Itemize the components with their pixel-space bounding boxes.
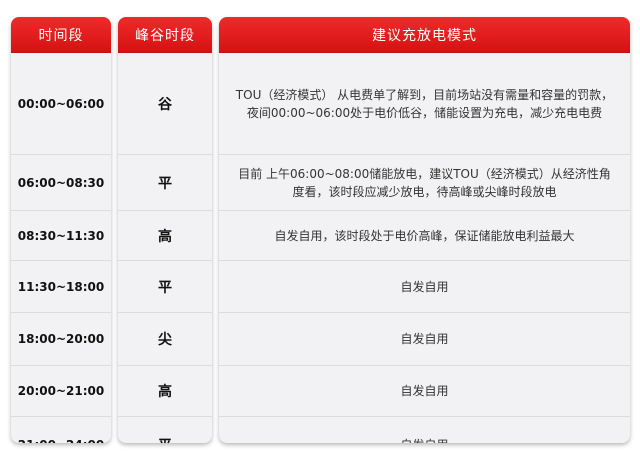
time-cell: 18:00~20:00	[11, 313, 111, 366]
level-column-body: 谷 平 高 平 尖 高 平	[118, 53, 212, 443]
level-column-header: 峰谷时段	[118, 17, 212, 53]
advice-column: 建议充放电模式 TOU（经济模式） 从电费单了解到，目前场站没有需量和容量的罚款…	[219, 17, 630, 443]
time-column: 时间段 00:00~06:00 06:00~08:30 08:30~11:30 …	[11, 17, 111, 443]
time-cell: 06:00~08:30	[11, 155, 111, 211]
level-cell: 尖	[118, 313, 212, 366]
level-cell: 高	[118, 366, 212, 417]
level-cell: 平	[118, 417, 212, 444]
advice-column-header: 建议充放电模式	[219, 17, 630, 53]
advice-cell: 自发自用	[219, 417, 630, 444]
advice-cell: 自发自用	[219, 313, 630, 366]
advice-column-body: TOU（经济模式） 从电费单了解到，目前场站没有需量和容量的罚款，夜间00:00…	[219, 53, 630, 443]
time-column-header: 时间段	[11, 17, 111, 53]
level-cell: 谷	[118, 53, 212, 155]
time-cell: 08:30~11:30	[11, 211, 111, 261]
level-cell: 平	[118, 155, 212, 211]
time-cell: 00:00~06:00	[11, 53, 111, 155]
time-column-body: 00:00~06:00 06:00~08:30 08:30~11:30 11:3…	[11, 53, 111, 443]
time-cell: 20:00~21:00	[11, 366, 111, 417]
advice-cell: TOU（经济模式） 从电费单了解到，目前场站没有需量和容量的罚款，夜间00:00…	[219, 53, 630, 155]
advice-cell: 目前 上午06:00~08:00储能放电，建议TOU（经济模式）从经济性角度看，…	[219, 155, 630, 211]
time-cell: 11:30~18:00	[11, 261, 111, 313]
advice-cell: 自发自用，该时段处于电价高峰，保证储能放电利益最大	[219, 211, 630, 261]
level-cell: 高	[118, 211, 212, 261]
level-cell: 平	[118, 261, 212, 313]
advice-cell: 自发自用	[219, 261, 630, 313]
time-cell: 21:00~24:00	[11, 417, 111, 444]
advice-cell: 自发自用	[219, 366, 630, 417]
level-column: 峰谷时段 谷 平 高 平 尖 高 平	[118, 17, 212, 443]
